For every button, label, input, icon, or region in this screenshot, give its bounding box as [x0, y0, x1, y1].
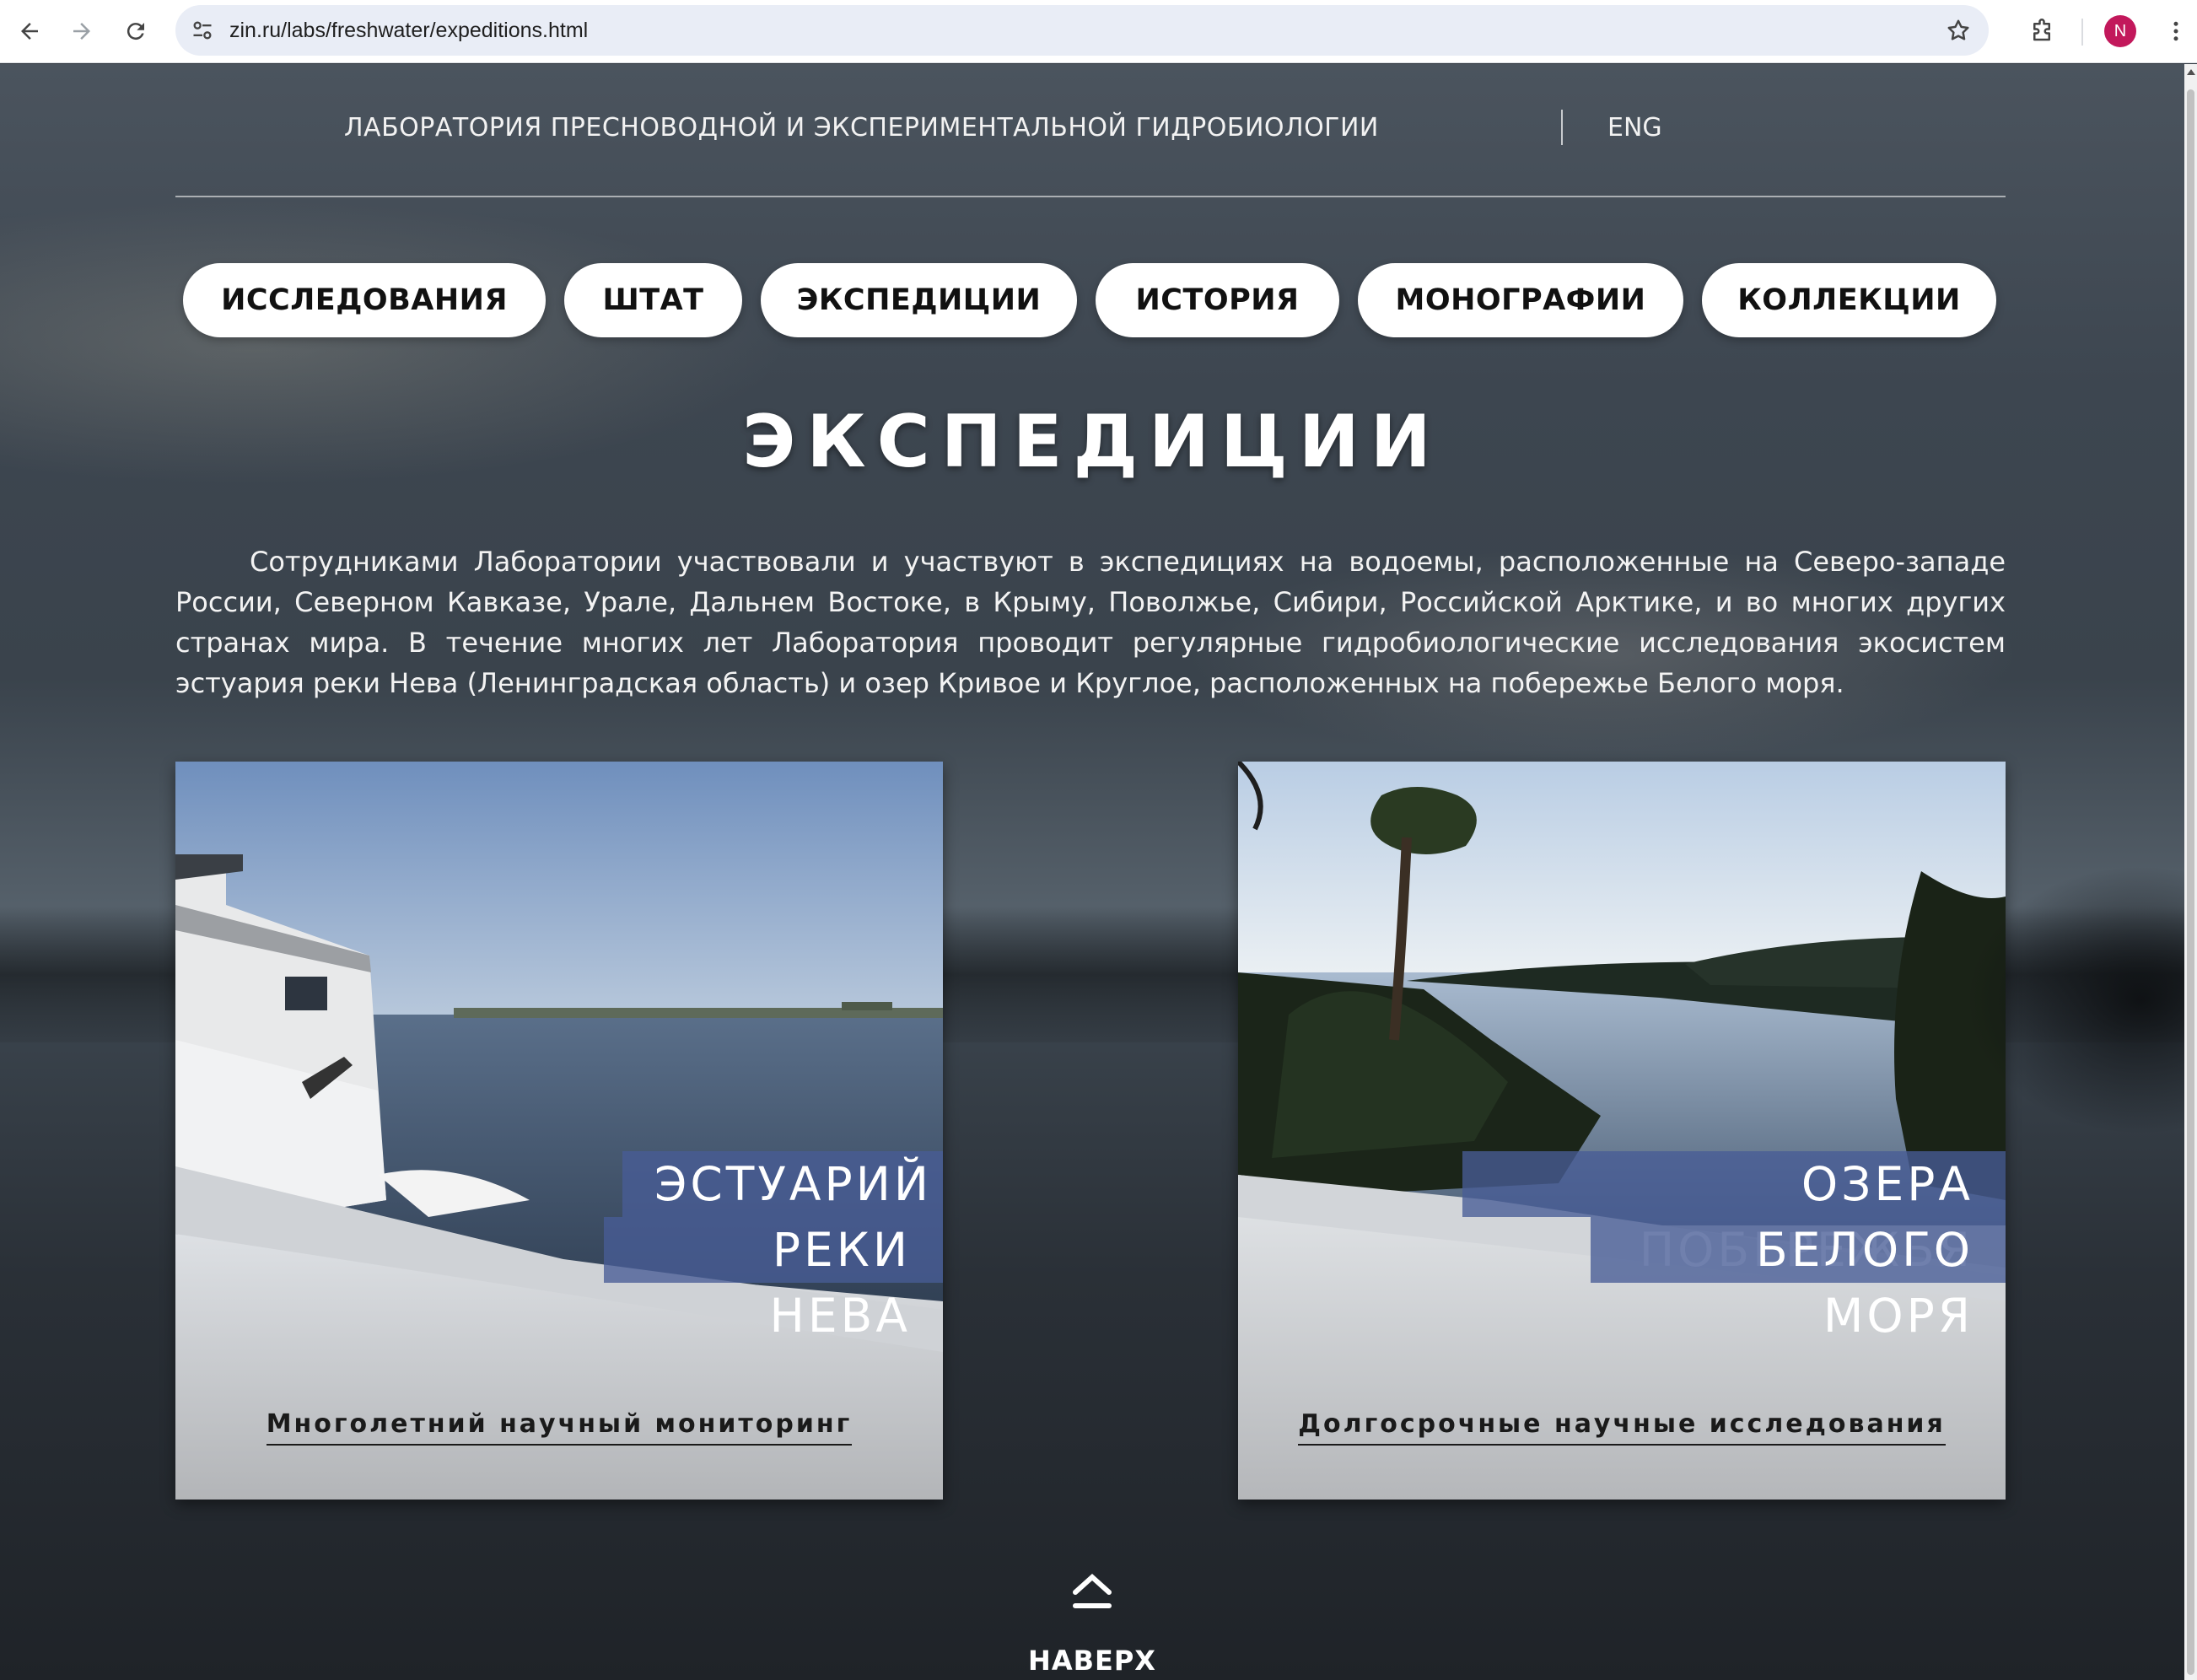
profile-avatar[interactable]: N [2104, 15, 2136, 47]
neva-estuary-photo [175, 762, 943, 1500]
nav-item-history[interactable]: ИСТОРИЯ [1096, 263, 1339, 337]
expedition-card-white-sea[interactable]: ОЗЕРА ПОБЕРЕЖЬЯ БЕЛОГО МОРЯ Долгосрочные… [1238, 762, 2006, 1500]
url-text[interactable]: zin.ru/labs/freshwater/expeditions.html [229, 5, 588, 56]
language-switch-link[interactable]: ENG [1607, 113, 1662, 143]
page-scrollbar[interactable] [2184, 64, 2197, 1680]
back-arrow-icon [21, 23, 38, 40]
card-title-line1: ЭСТУАРИЙ [622, 1151, 943, 1217]
white-sea-lakes-photo [1238, 762, 2006, 1500]
back-to-top-button[interactable]: НАВЕРХ [1008, 1572, 1177, 1680]
main-nav: ИССЛЕДОВАНИЯ ШТАТ ЭКСПЕДИЦИИ ИСТОРИЯ МОН… [0, 263, 2184, 339]
browser-toolbar: zin.ru/labs/freshwater/expeditions.html … [0, 0, 2197, 63]
chevron-up-icon [1073, 1573, 1112, 1608]
lab-title-link[interactable]: ЛАБОРАТОРИЯ ПРЕСНОВОДНОЙ И ЭКСПЕРИМЕНТАЛ… [344, 113, 1379, 143]
site-info-icon [193, 21, 212, 40]
card-link[interactable]: Многолетний научный мониторинг [175, 1409, 943, 1446]
toolbar-separator [2081, 19, 2083, 46]
forward-button[interactable] [62, 12, 101, 51]
card-title-line1: ОЗЕРА ПОБЕРЕЖЬЯ [1462, 1151, 2006, 1277]
expedition-card-neva[interactable]: ЭСТУАРИЙ РЕКИ НЕВА Многолетний научный м… [175, 762, 943, 1500]
card-link-text[interactable]: Многолетний научный мониторинг [266, 1409, 853, 1446]
bookmark-button[interactable] [1943, 15, 1974, 46]
card-title-line2: БЕЛОГО МОРЯ [1591, 1217, 2006, 1343]
nav-item-expeditions[interactable]: ЭКСПЕДИЦИИ [761, 263, 1077, 337]
extensions-icon [2033, 19, 2050, 41]
back-button[interactable] [10, 12, 49, 51]
site-info-button[interactable] [187, 15, 218, 46]
menu-dots-icon [2173, 21, 2178, 41]
card-title-line2: РЕКИ НЕВА [604, 1217, 943, 1343]
address-bar[interactable]: zin.ru/labs/freshwater/expeditions.html [175, 5, 1989, 56]
nav-item-research[interactable]: ИССЛЕДОВАНИЯ [183, 263, 546, 337]
nav-item-monographs[interactable]: МОНОГРАФИИ [1358, 263, 1683, 337]
bookmark-star-icon [1947, 19, 1969, 40]
forward-arrow-icon [73, 23, 90, 40]
reload-button[interactable] [116, 12, 155, 51]
extensions-button[interactable] [2022, 12, 2061, 51]
back-to-top-label: НАВЕРХ [1028, 1645, 1156, 1677]
reload-icon [127, 23, 144, 40]
browser-menu-button[interactable] [2159, 12, 2193, 51]
card-link-text[interactable]: Долгосрочные научные исследования [1298, 1409, 1946, 1446]
scrollbar-thumb[interactable] [2187, 89, 2194, 1675]
page-title: ЭКСПЕДИЦИИ [742, 400, 1442, 484]
nav-item-collections[interactable]: КОЛЛЕКЦИИ [1702, 263, 1996, 337]
scroll-up-arrow-icon[interactable] [2187, 69, 2195, 75]
card-link[interactable]: Долгосрочные научные исследования [1238, 1409, 2006, 1446]
nav-item-staff[interactable]: ШТАТ [564, 263, 742, 337]
page-content: ЛАБОРАТОРИЯ ПРЕСНОВОДНОЙ И ЭКСПЕРИМЕНТАЛ… [0, 64, 2184, 1680]
intro-paragraph: Сотрудниками Лаборатории участвовали и у… [175, 546, 2006, 699]
header-divider [1561, 110, 1563, 145]
